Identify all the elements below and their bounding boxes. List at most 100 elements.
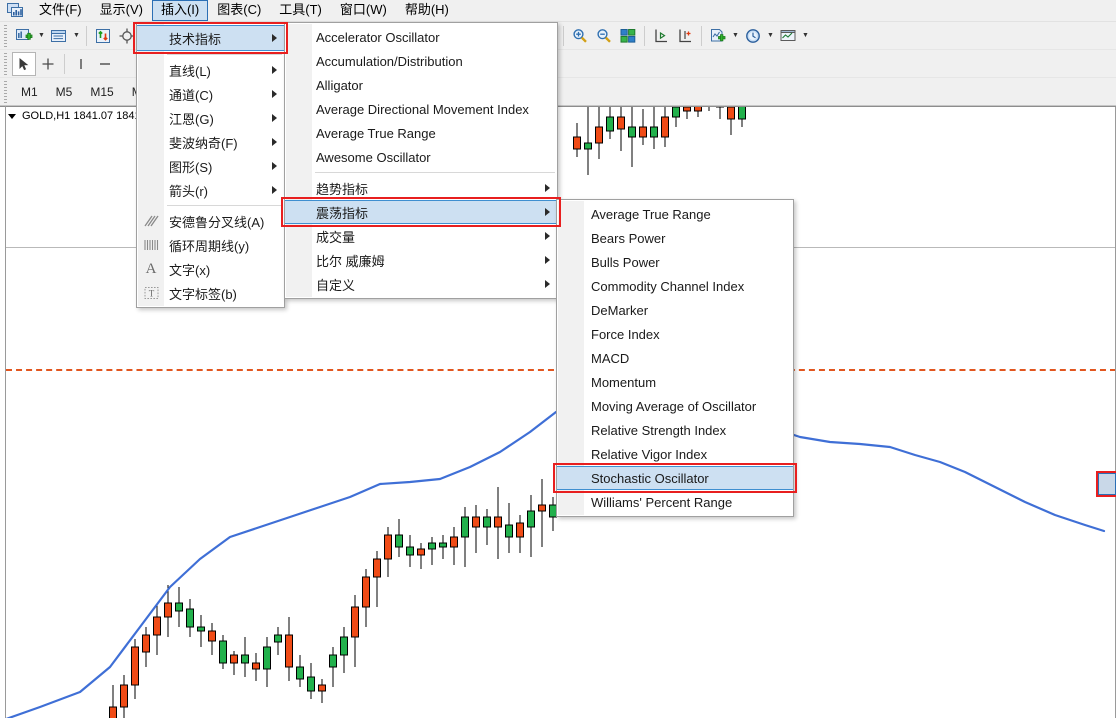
- menu-item-直线-l[interactable]: 直线(L): [137, 58, 284, 82]
- chart-shift-button[interactable]: [673, 24, 697, 48]
- menu-item-通道-c[interactable]: 通道(C): [137, 82, 284, 106]
- toolbar-separator: [701, 25, 702, 46]
- profiles-button[interactable]: [47, 24, 71, 48]
- menubar-file[interactable]: 文件(F): [30, 0, 91, 21]
- chevron-down-icon[interactable]: [8, 113, 16, 119]
- menu-item-箭头-r[interactable]: 箭头(r): [137, 178, 284, 202]
- menu-item-relative-vigor-index[interactable]: Relative Vigor Index: [557, 442, 793, 466]
- menubar-help[interactable]: 帮助(H): [396, 0, 458, 21]
- menubar-view[interactable]: 显示(V): [91, 0, 152, 21]
- menu-item-label: 安德鲁分叉线(A): [169, 214, 265, 230]
- submenu-arrow-icon: [272, 138, 277, 146]
- toolbar-grip[interactable]: [2, 52, 9, 75]
- periods-dropdown-arrow[interactable]: ▼: [765, 24, 776, 48]
- menu-item-force-index[interactable]: Force Index: [557, 322, 793, 346]
- periods-button[interactable]: [741, 24, 765, 48]
- submenu-arrow-icon: [272, 186, 277, 194]
- menu-item-label: Bears Power: [591, 230, 666, 246]
- menu-item-label: Awesome Oscillator: [316, 149, 431, 165]
- tile-windows-button[interactable]: [616, 24, 640, 48]
- timeframe-button-m5[interactable]: M5: [47, 80, 82, 104]
- zoom-out-button[interactable]: [592, 24, 616, 48]
- menu-item-macd[interactable]: MACD: [557, 346, 793, 370]
- market-watch-button[interactable]: [91, 24, 115, 48]
- timeframe-button-m15[interactable]: M15: [81, 80, 122, 104]
- menu-item-成交量[interactable]: 成交量: [285, 224, 557, 248]
- horizontal-line-button[interactable]: [93, 52, 117, 76]
- menu-item-斐波纳奇-f[interactable]: 斐波纳奇(F): [137, 130, 284, 154]
- indicators-submenu[interactable]: Accelerator Oscillator Accumulation/Distr…: [284, 22, 558, 299]
- menu-item-技术指标[interactable]: 技术指标: [137, 25, 284, 51]
- menubar-tools[interactable]: 工具(T): [270, 0, 331, 21]
- menu-item-average-true-range[interactable]: Average True Range: [557, 202, 793, 226]
- menu-item-label: 比尔 威廉姆: [316, 253, 385, 269]
- menu-item-自定义[interactable]: 自定义: [285, 272, 557, 296]
- menu-item-label: Average Directional Movement Index: [316, 101, 529, 117]
- menu-item-文字-x[interactable]: A 文字(x): [137, 257, 284, 281]
- chart-left-border: [5, 106, 6, 718]
- menu-item-label: Moving Average of Oscillator: [591, 398, 757, 414]
- mt4-application-window: 漢 聲 集 團 GOLD,H1 1841.07 1841.08 文件(F)显示(…: [0, 0, 1116, 718]
- menu-item-label: Williams' Percent Range: [591, 494, 733, 510]
- submenu-arrow-icon: [545, 280, 550, 288]
- menu-item-momentum[interactable]: Momentum: [557, 370, 793, 394]
- zoom-in-button[interactable]: [568, 24, 592, 48]
- menubar-window[interactable]: 窗口(W): [331, 0, 396, 21]
- menu-item-趋势指标[interactable]: 趋势指标: [285, 176, 557, 200]
- menu-item-label: 自定义: [316, 277, 356, 293]
- menu-item-label: 技术指标: [169, 31, 222, 47]
- menu-bar: 文件(F) 显示(V) 插入(I) 图表(C) 工具(T) 窗口(W) 帮助(H): [0, 0, 1116, 22]
- profiles-dropdown-arrow[interactable]: ▼: [71, 24, 82, 48]
- timeframe-button-m1[interactable]: M1: [12, 80, 47, 104]
- menu-item-label: 文字标签(b): [169, 286, 237, 302]
- menu-item-demarker[interactable]: DeMarker: [557, 298, 793, 322]
- cursor-tool-button[interactable]: [12, 51, 36, 76]
- menu-item-label: Accumulation/Distribution: [316, 53, 463, 69]
- menu-item-relative-strength-index[interactable]: Relative Strength Index: [557, 418, 793, 442]
- menu-item-震荡指标[interactable]: 震荡指标: [285, 200, 557, 224]
- menu-item-比尔-威廉姆[interactable]: 比尔 威廉姆: [285, 248, 557, 272]
- menu-item-average-true-range[interactable]: Average True Range: [285, 121, 557, 145]
- menu-item-average-directional-movement-index[interactable]: Average Directional Movement Index: [285, 97, 557, 121]
- menu-item-文字标签-b[interactable]: T 文字标签(b): [137, 281, 284, 305]
- menu-item-alligator[interactable]: Alligator: [285, 73, 557, 97]
- menu-item-label: Momentum: [591, 374, 657, 390]
- menu-item-stochastic-oscillator[interactable]: Stochastic Oscillator: [557, 466, 793, 490]
- oscillators-submenu[interactable]: Average True Range Bears Power Bulls Power…: [556, 199, 794, 517]
- new-chart-dropdown-arrow[interactable]: ▼: [36, 24, 47, 48]
- menubar-insert[interactable]: 插入(I): [151, 0, 209, 21]
- menu-item-commodity-channel-index[interactable]: Commodity Channel Index: [557, 274, 793, 298]
- menu-item-accelerator-oscillator[interactable]: Accelerator Oscillator: [285, 25, 557, 49]
- templates-button[interactable]: [776, 24, 800, 48]
- menu-item-安德鲁分叉线-a[interactable]: 安德鲁分叉线(A): [137, 209, 284, 233]
- vertical-line-button[interactable]: [69, 52, 93, 76]
- menu-item-label: 图形(S): [169, 159, 213, 175]
- menu-item-williams-percent-range[interactable]: Williams' Percent Range: [557, 490, 793, 514]
- menubar-charts[interactable]: 图表(C): [208, 0, 270, 21]
- indicators-button[interactable]: [706, 24, 730, 48]
- menu-item-bulls-power[interactable]: Bulls Power: [557, 250, 793, 274]
- menu-item-label: 循环周期线(y): [169, 238, 250, 254]
- menu-item-label: Force Index: [591, 326, 660, 342]
- auto-scroll-button[interactable]: [649, 24, 673, 48]
- menu-item-label: 通道(C): [169, 87, 214, 103]
- menu-item-accumulation-distribution[interactable]: Accumulation/Distribution: [285, 49, 557, 73]
- menu-item-moving-average-of-oscillator[interactable]: Moving Average of Oscillator: [557, 394, 793, 418]
- menu-item-label: Relative Strength Index: [591, 422, 727, 438]
- submenu-arrow-icon: [272, 34, 277, 42]
- new-chart-button[interactable]: [12, 24, 36, 48]
- insert-dropdown-menu[interactable]: 技术指标直线(L) 通道(C) 江恩(G) 斐波纳奇(F) 图形(S) 箭头(r) 安德鲁分…: [136, 22, 285, 308]
- menu-item-bears-power[interactable]: Bears Power: [557, 226, 793, 250]
- crosshair-tool-button[interactable]: [36, 52, 60, 76]
- menu-item-label: Average True Range: [591, 206, 711, 222]
- menu-item-江恩-g[interactable]: 江恩(G): [137, 106, 284, 130]
- toolbar-grip[interactable]: [2, 80, 9, 103]
- menu-item-label: 斐波纳奇(F): [169, 135, 238, 151]
- menu-item-循环周期线-y[interactable]: 循环周期线(y): [137, 233, 284, 257]
- templates-dropdown-arrow[interactable]: ▼: [800, 24, 811, 48]
- menu-item-awesome-oscillator[interactable]: Awesome Oscillator: [285, 145, 557, 169]
- indicators-dropdown-arrow[interactable]: ▼: [730, 24, 741, 48]
- toolbar-separator: [563, 25, 564, 46]
- toolbar-grip[interactable]: [2, 24, 9, 47]
- menu-item-图形-s[interactable]: 图形(S): [137, 154, 284, 178]
